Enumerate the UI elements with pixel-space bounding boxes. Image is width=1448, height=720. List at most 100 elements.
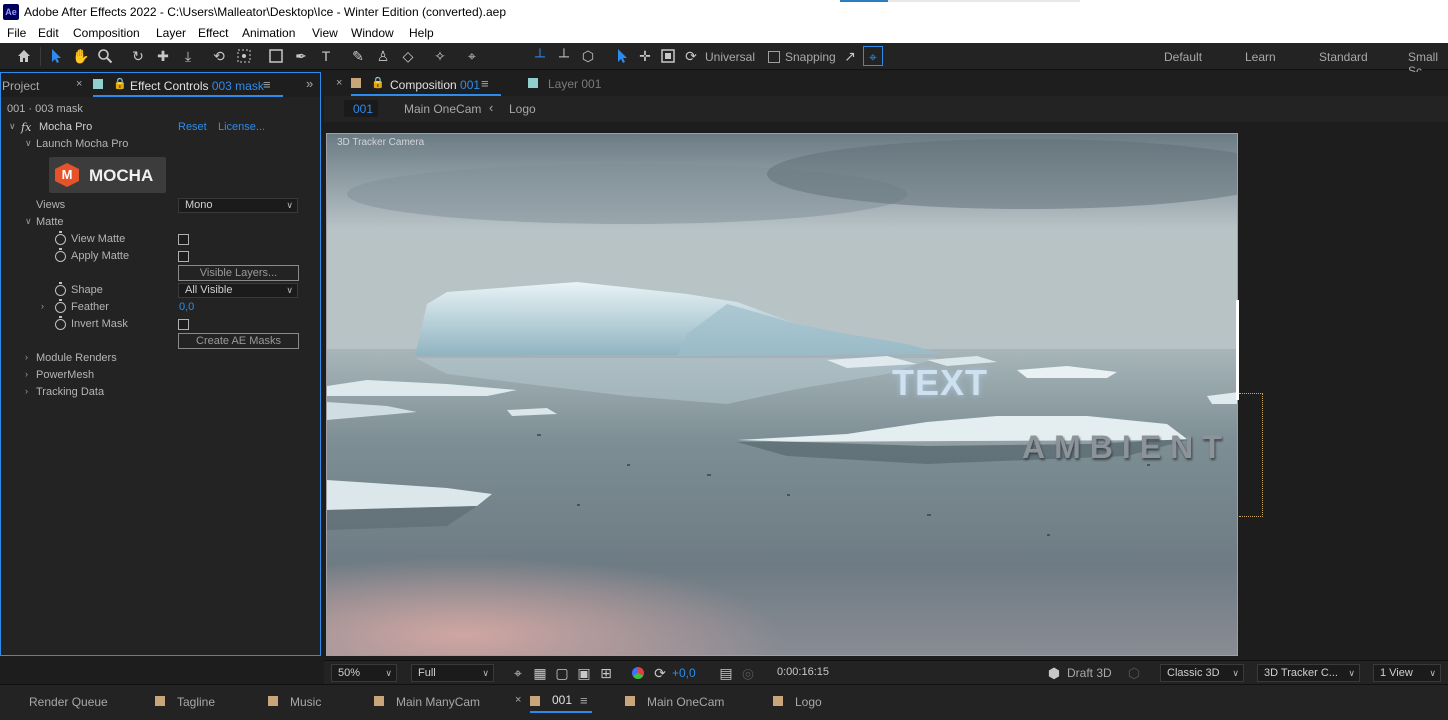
shape-dropdown[interactable]: All Visible ∨ (178, 283, 298, 298)
invert-mask-checkbox[interactable] (178, 319, 189, 330)
type-tool-icon[interactable]: T (316, 46, 336, 66)
menu-help[interactable]: Help (409, 26, 434, 40)
snapping-checkbox[interactable] (768, 51, 780, 63)
close-composition-tab-icon[interactable]: × (336, 77, 342, 89)
menu-animation[interactable]: Animation (242, 26, 295, 40)
channels-icon[interactable] (632, 667, 644, 679)
rotate-tool-icon[interactable]: ⟲ (209, 46, 229, 66)
chevron-right-icon[interactable]: › (25, 386, 28, 396)
menu-layer[interactable]: Layer (156, 26, 186, 40)
snap-extend-icon[interactable]: ↗ (840, 46, 860, 66)
powermesh-row[interactable]: › PowerMesh (1, 367, 305, 384)
clone-stamp-icon[interactable]: ♙ (373, 46, 393, 66)
menu-composition[interactable]: Composition (73, 26, 140, 40)
chevron-right-icon[interactable]: › (41, 301, 44, 311)
resolution-dropdown[interactable]: Full ∨ (411, 664, 494, 682)
selection-mode-icon[interactable] (612, 46, 632, 66)
chevron-down-icon[interactable]: ∨ (9, 121, 16, 132)
workspace-learn[interactable]: Learn (1245, 50, 1276, 64)
composition-frame[interactable]: 3D Tracker Camera TEXT AMBIENT (326, 133, 1238, 656)
zoom-dropdown[interactable]: 50% ∨ (331, 664, 397, 682)
stopwatch-icon[interactable] (55, 299, 66, 313)
launch-mocha-row[interactable]: ∨ Launch Mocha Pro (1, 136, 305, 153)
visible-layers-button[interactable]: Visible Layers... (178, 265, 299, 281)
tab-project[interactable]: Project (2, 79, 39, 93)
draft-3d-icon[interactable]: ⬢ (1044, 663, 1064, 683)
tab-effect-controls[interactable]: Effect Controls 003 mask (130, 79, 264, 93)
close-project-tab-icon[interactable]: × (76, 78, 82, 90)
tab-main-onecam[interactable]: Main OneCam (647, 695, 724, 709)
mocha-launch-button[interactable]: M MOCHA (49, 157, 166, 193)
fx-icon[interactable]: fx (21, 121, 31, 134)
breadcrumb-current[interactable]: 001 (344, 100, 378, 117)
chevron-down-icon[interactable]: ∨ (25, 138, 32, 149)
title-search-field[interactable] (888, 0, 1080, 2)
stopwatch-icon[interactable] (55, 282, 66, 296)
views-layout-dropdown[interactable]: 1 View ∨ (1373, 664, 1441, 682)
menu-file[interactable]: File (7, 26, 26, 40)
overlay-text-1[interactable]: TEXT (892, 362, 988, 404)
chevron-right-icon[interactable]: › (25, 352, 28, 362)
scale-gizmo-icon[interactable] (658, 46, 678, 66)
chevron-down-icon[interactable]: ∨ (25, 216, 32, 227)
views-dropdown[interactable]: Mono ∨ (178, 198, 298, 213)
tab-composition[interactable]: Composition 001 (390, 78, 480, 92)
reset-exposure-icon[interactable]: ⟳ (650, 663, 670, 683)
breadcrumb-logo[interactable]: Logo (509, 102, 536, 116)
renderer-dropdown[interactable]: Classic 3D ∨ (1160, 664, 1244, 682)
move-gizmo-icon[interactable]: ✛ (635, 46, 655, 66)
menu-view[interactable]: View (312, 26, 338, 40)
menu-edit[interactable]: Edit (38, 26, 59, 40)
overlay-text-2[interactable]: AMBIENT (1022, 429, 1231, 466)
snap-target-icon[interactable]: ⌖ (863, 46, 883, 66)
matte-row[interactable]: ∨ Matte (1, 214, 305, 231)
selection-tool-icon[interactable] (46, 46, 66, 66)
reset-link[interactable]: Reset (178, 121, 207, 133)
tab-001[interactable]: 001 (552, 693, 572, 707)
rotate-gizmo-icon[interactable]: ⟳ (681, 46, 701, 66)
puppet-pin-icon[interactable]: ⌖ (462, 46, 482, 66)
create-ae-masks-button[interactable]: Create AE Masks (178, 333, 299, 349)
tab-render-queue[interactable]: Render Queue (29, 695, 108, 709)
camera-dropdown[interactable]: 3D Tracker C... ∨ (1257, 664, 1360, 682)
pen-tool-icon[interactable]: ✒ (291, 46, 311, 66)
tab-layer[interactable]: Layer 001 (548, 77, 601, 91)
workspace-default[interactable]: Default (1164, 50, 1202, 64)
chevron-right-icon[interactable]: › (25, 369, 28, 379)
transparency-grid-icon[interactable]: ▦ (530, 663, 550, 683)
panel-menu-icon[interactable]: ≡ (580, 693, 588, 708)
pan-camera-icon[interactable]: ✚ (153, 46, 173, 66)
module-renders-row[interactable]: › Module Renders (1, 350, 305, 367)
fast-previews-icon[interactable]: ⌖ (508, 663, 528, 683)
region-of-interest-icon[interactable]: ▣ (574, 663, 594, 683)
tab-music[interactable]: Music (290, 695, 321, 709)
tab-main-manycam[interactable]: Main ManyCam (396, 695, 480, 709)
apply-matte-checkbox[interactable] (178, 251, 189, 262)
lock-icon[interactable]: 🔒 (113, 77, 127, 90)
snapshot-camera-icon[interactable]: ▤ (716, 663, 736, 683)
extended-viewer-icon[interactable]: ⬡ (1124, 663, 1144, 683)
guides-icon[interactable]: ⊞ (596, 663, 616, 683)
stopwatch-icon[interactable] (55, 231, 66, 245)
workspace-standard[interactable]: Standard (1319, 50, 1368, 64)
effect-mocha-pro-row[interactable]: ∨ fx Mocha Pro Reset License... (1, 119, 305, 136)
pan-behind-icon[interactable] (234, 46, 254, 66)
orbit-camera-icon[interactable]: ↻ (128, 46, 148, 66)
close-tab-icon[interactable]: × (515, 694, 521, 706)
tab-logo[interactable]: Logo (795, 695, 822, 709)
breadcrumb-main-onecam[interactable]: Main OneCam (404, 102, 481, 116)
home-icon[interactable] (14, 46, 34, 66)
roto-brush-icon[interactable]: ✧ (430, 46, 450, 66)
expand-panels-icon[interactable]: » (306, 76, 313, 91)
show-snapshot-icon[interactable]: ◎ (738, 663, 758, 683)
panel-menu-icon[interactable]: ≡ (263, 77, 271, 92)
menu-effect[interactable]: Effect (198, 26, 228, 40)
lock-icon[interactable]: 🔒 (371, 76, 385, 89)
brush-tool-icon[interactable]: ✎ (348, 46, 368, 66)
view-axis-icon[interactable]: ⬡ (578, 46, 598, 66)
mask-visibility-icon[interactable]: ▢ (552, 663, 572, 683)
rectangle-tool-icon[interactable] (266, 46, 286, 66)
current-timecode[interactable]: 0:00:16:15 (777, 666, 829, 678)
tab-tagline[interactable]: Tagline (177, 695, 215, 709)
dolly-camera-icon[interactable]: ⤓ (178, 46, 198, 66)
